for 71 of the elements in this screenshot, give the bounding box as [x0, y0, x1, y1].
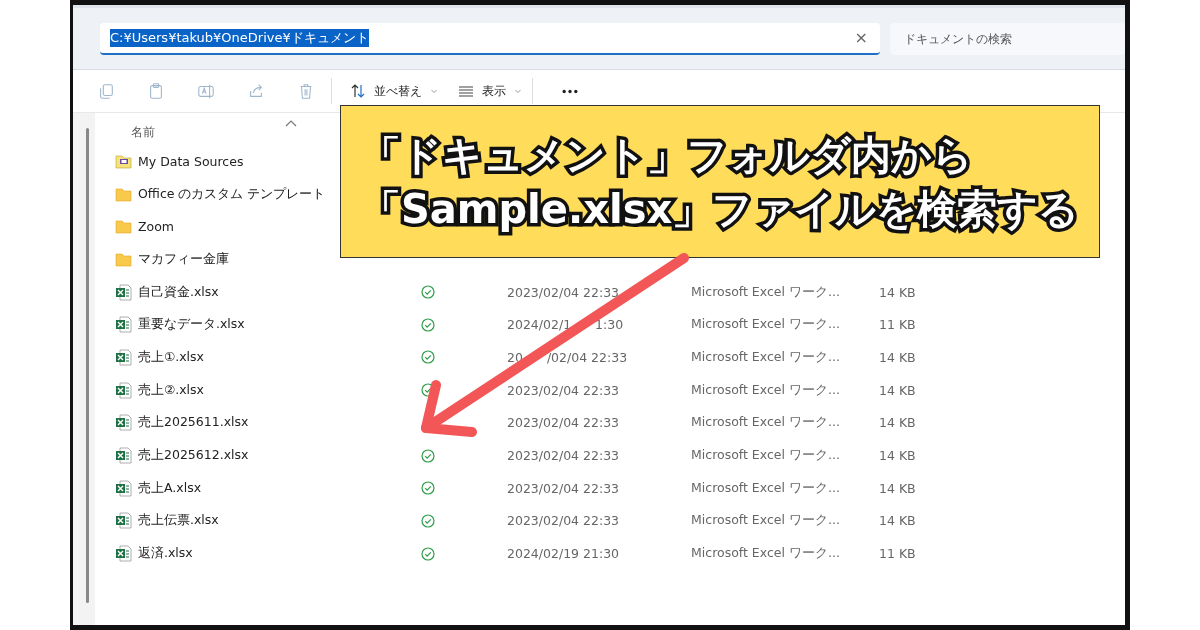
- size-cell: 14 KB: [879, 349, 916, 365]
- callout-text: 「Sample.xlsx」ファイルを検索する: [361, 184, 1081, 234]
- excel-file-icon: [115, 545, 132, 563]
- date-cell-text: 2023/02/04 22:33: [507, 284, 621, 300]
- file-name[interactable]: 売上A.xlsx: [138, 479, 202, 497]
- file-name[interactable]: 売上②.xlsx: [138, 381, 204, 399]
- size-cell: 11 KB: [879, 546, 916, 562]
- date-cell: 2024/02/1: [507, 317, 572, 333]
- excel-file-icon: [115, 512, 132, 530]
- date-cell-text: 2023/02/04 22:33: [507, 448, 621, 464]
- date-cell-text: 2023/02/04 22:33: [507, 513, 621, 529]
- folder-icon: [115, 218, 132, 236]
- list-icon: [458, 83, 474, 99]
- size-cell: 11 KB: [879, 317, 916, 333]
- file-name[interactable]: 売上伝票.xlsx: [138, 512, 219, 530]
- view-button[interactable]: 表示: [448, 78, 532, 104]
- file-name[interactable]: マカフィー金庫: [138, 250, 229, 268]
- date-cell: 1:30: [595, 317, 624, 333]
- size-cell: 14 KB: [879, 448, 916, 464]
- date-cell-text: 2023/02/04 22:33: [507, 480, 621, 496]
- excel-file-icon: [115, 348, 132, 366]
- type-cell-text: Microsoft Excel ワーク...: [691, 316, 841, 334]
- caret-icon: [430, 87, 438, 95]
- file-name[interactable]: Office のカスタム テンプレート: [138, 185, 326, 203]
- scrollbar[interactable]: [86, 128, 89, 603]
- type-cell-text: Microsoft Excel ワーク...: [691, 447, 841, 465]
- type-cell-text: Microsoft Excel ワーク...: [691, 348, 841, 366]
- sort-button[interactable]: 並べ替え: [340, 78, 448, 104]
- file-name[interactable]: Zoom: [138, 219, 175, 235]
- caret-icon: [514, 87, 522, 95]
- file-name[interactable]: 売上2025612.xlsx: [138, 447, 249, 465]
- search-field[interactable]: ドキュメントの検索: [890, 22, 1125, 55]
- column-header[interactable]: 名前: [131, 123, 155, 141]
- type-cell-text: Microsoft Excel ワーク...: [691, 381, 841, 399]
- folder-icon: [115, 250, 132, 268]
- type-cell-text: Microsoft Excel ワーク...: [691, 414, 841, 432]
- type-cell-text: Microsoft Excel ワーク...: [691, 512, 841, 530]
- file-name[interactable]: 売上2025611.xlsx: [138, 414, 249, 432]
- excel-file-icon: [115, 479, 132, 497]
- sort-caret-icon: [285, 119, 297, 127]
- file-name[interactable]: 自己資金.xlsx: [138, 283, 219, 301]
- file-name[interactable]: My Data Sources: [138, 153, 244, 169]
- size-cell: 14 KB: [879, 513, 916, 529]
- excel-file-icon: [115, 381, 132, 399]
- clear-button[interactable]: ×: [854, 28, 868, 47]
- file-name[interactable]: 返済.xlsx: [138, 545, 193, 563]
- size-cell: 14 KB: [879, 284, 916, 300]
- date-cell-text: 2023/02/04 22:33: [507, 382, 621, 398]
- more-icon[interactable]: [561, 88, 579, 94]
- date-cell: /02/04 22:33: [546, 349, 628, 365]
- date-cell-text: 2024/02/19 21:30: [507, 546, 621, 562]
- callout-text: 「ドキュメント」フォルダ内から: [361, 130, 974, 180]
- type-cell-text: Microsoft Excel ワーク...: [691, 545, 841, 563]
- file-name[interactable]: 売上①.xlsx: [138, 348, 204, 366]
- address-bar[interactable]: C:¥Users¥takub¥OneDrive¥ドキュメント ×: [100, 22, 880, 55]
- excel-file-icon: [115, 316, 132, 334]
- type-cell-text: Microsoft Excel ワーク...: [691, 479, 841, 497]
- date-cell-text: 2023/02/04 22:33: [507, 415, 621, 431]
- data-source-icon: [115, 152, 132, 170]
- excel-file-icon: [115, 447, 132, 465]
- type-cell-text: Microsoft Excel ワーク...: [691, 283, 841, 301]
- size-cell: 14 KB: [879, 480, 916, 496]
- sort-icon: [350, 83, 366, 99]
- address-path: C:¥Users¥takub¥OneDrive¥ドキュメント: [110, 28, 369, 47]
- size-cell: 14 KB: [879, 382, 916, 398]
- folder-icon: [115, 185, 132, 203]
- excel-file-icon: [115, 414, 132, 432]
- size-cell: 14 KB: [879, 415, 916, 431]
- file-name[interactable]: 重要なデータ.xlsx: [138, 316, 245, 334]
- excel-file-icon: [115, 283, 132, 301]
- date-cell: 20: [507, 349, 523, 365]
